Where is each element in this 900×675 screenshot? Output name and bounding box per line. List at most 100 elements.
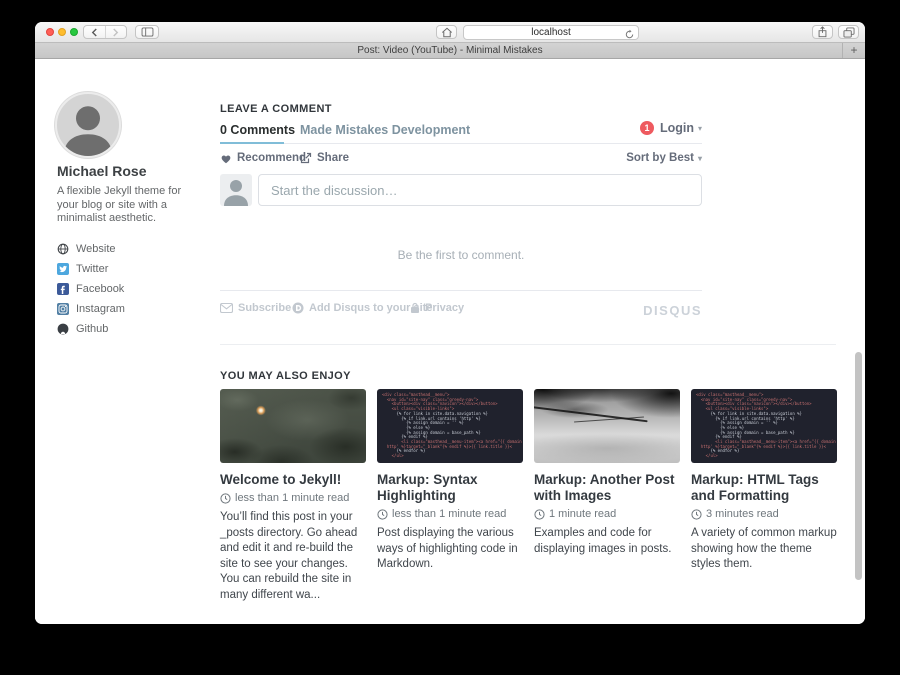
subscribe-label: Subscribe xyxy=(238,302,291,314)
card-read-time: less than 1 minute read xyxy=(220,492,366,504)
forum-name-link[interactable]: Made Mistakes Development xyxy=(300,123,470,137)
card-read-time: less than 1 minute read xyxy=(377,508,523,520)
divider xyxy=(220,290,702,291)
sidebar-link-label: Github xyxy=(76,323,108,335)
envelope-icon xyxy=(220,303,233,313)
back-button[interactable] xyxy=(84,26,106,38)
active-tab[interactable]: Post: Video (YouTube) - Minimal Mistakes xyxy=(35,43,865,58)
sidebar-link-label: Facebook xyxy=(76,283,124,295)
reload-icon xyxy=(624,29,635,40)
clock-icon xyxy=(377,509,388,520)
chevron-right-icon xyxy=(112,28,119,37)
clock-icon xyxy=(220,493,231,504)
minimize-window-button[interactable] xyxy=(58,28,66,36)
read-time-label: 3 minutes read xyxy=(706,508,779,520)
zoom-window-button[interactable] xyxy=(70,28,78,36)
code-line: </ul> xyxy=(382,454,518,459)
card-title-link[interactable]: Welcome to Jekyll! xyxy=(220,472,366,488)
share-icon xyxy=(817,26,828,38)
instagram-icon xyxy=(57,303,69,315)
read-time-label: less than 1 minute read xyxy=(235,492,349,504)
related-card: Welcome to Jekyll! less than 1 minute re… xyxy=(220,389,366,603)
card-title-link[interactable]: Markup: Syntax Highlighting xyxy=(377,472,523,504)
facebook-icon xyxy=(57,283,69,295)
address-bar[interactable]: localhost xyxy=(463,25,639,40)
related-card: <div class="masthead__menu"> <nav id="si… xyxy=(377,389,523,603)
sidebar-link-twitter[interactable]: Twitter xyxy=(57,259,125,279)
related-heading: YOU MAY ALSO ENJOY xyxy=(220,370,351,382)
author-avatar xyxy=(55,92,121,158)
sidebar-link-label: Website xyxy=(76,243,116,255)
close-window-button[interactable] xyxy=(46,28,54,36)
clock-icon xyxy=(534,509,545,520)
read-time-label: less than 1 minute read xyxy=(392,508,506,520)
card-image-foggy-trees[interactable] xyxy=(534,389,680,463)
disqus-header: 0 Comments Made Mistakes Development 1 L… xyxy=(220,119,702,144)
clock-icon xyxy=(691,509,702,520)
subscribe-link[interactable]: Subscribe xyxy=(220,302,291,314)
tab-overview-button[interactable] xyxy=(838,25,859,39)
code-line: </ul> xyxy=(696,454,832,459)
comment-input[interactable] xyxy=(258,174,702,206)
share-thread-button[interactable]: Share xyxy=(300,152,349,164)
related-posts: Welcome to Jekyll! less than 1 minute re… xyxy=(220,389,837,603)
privacy-label: Privacy xyxy=(425,302,464,314)
card-image-code-screenshot[interactable]: <div class="masthead__menu"> <nav id="si… xyxy=(691,389,837,463)
card-image-foam-droplet[interactable] xyxy=(220,389,366,463)
home-icon xyxy=(441,27,453,38)
globe-icon xyxy=(57,243,69,255)
browser-toolbar: localhost xyxy=(35,22,865,43)
chevron-down-icon: ▾ xyxy=(698,124,702,133)
vertical-scrollbar[interactable] xyxy=(855,352,862,580)
person-silhouette-icon xyxy=(220,174,252,206)
empty-comments-message: Be the first to comment. xyxy=(220,248,702,262)
sidebar-toggle-button[interactable] xyxy=(135,25,159,39)
author-name: Michael Rose xyxy=(57,163,146,179)
disqus-footer: Subscribe Add Disqus to your site Privac… xyxy=(220,302,702,318)
comment-count-tab[interactable]: 0 Comments xyxy=(220,123,295,137)
home-button[interactable] xyxy=(436,25,457,39)
share-page-button[interactable] xyxy=(812,25,833,39)
related-card: <div class="masthead__menu"> <nav id="si… xyxy=(691,389,837,603)
disqus-logo[interactable]: DISQUS xyxy=(643,303,702,318)
page-content: Michael Rose A flexible Jekyll theme for… xyxy=(35,59,865,624)
forward-button[interactable] xyxy=(106,26,127,38)
recommend-label: Recommend xyxy=(237,152,306,164)
tab-bar: Post: Video (YouTube) - Minimal Mistakes… xyxy=(35,43,865,59)
active-tab-underline xyxy=(220,142,284,144)
share-arrow-icon xyxy=(300,152,312,164)
read-time-label: 1 minute read xyxy=(549,508,616,520)
chevron-down-icon: ▾ xyxy=(698,154,702,163)
sidebar-link-instagram[interactable]: Instagram xyxy=(57,299,125,319)
card-excerpt: Post displaying the various ways of high… xyxy=(377,526,523,573)
sort-by-best-dropdown[interactable]: Sort by Best ▾ xyxy=(626,152,702,164)
card-excerpt: Examples and code for displaying images … xyxy=(534,526,680,557)
sidebar-link-facebook[interactable]: Facebook xyxy=(57,279,125,299)
sidebar-link-label: Instagram xyxy=(76,303,125,315)
sidebar-link-label: Twitter xyxy=(76,263,108,275)
heart-icon xyxy=(220,153,232,164)
share-label: Share xyxy=(317,152,349,164)
lock-icon xyxy=(410,302,420,314)
card-title-link[interactable]: Markup: Another Post with Images xyxy=(534,472,680,504)
twitter-icon xyxy=(57,263,69,275)
commenter-avatar xyxy=(220,174,252,206)
author-links: Website Twitter Facebook xyxy=(57,239,125,339)
sort-label: Sort by Best xyxy=(626,152,694,164)
tabs-icon xyxy=(843,27,855,38)
person-silhouette-icon xyxy=(57,94,119,156)
sidebar-link-github[interactable]: Github xyxy=(57,319,125,339)
sidebar-link-website[interactable]: Website xyxy=(57,239,125,259)
card-read-time: 3 minutes read xyxy=(691,508,837,520)
card-excerpt: You’ll find this post in your _posts dir… xyxy=(220,510,366,603)
card-image-code-screenshot[interactable]: <div class="masthead__menu"> <nav id="si… xyxy=(377,389,523,463)
card-title-link[interactable]: Markup: HTML Tags and Formatting xyxy=(691,472,837,504)
new-tab-button[interactable]: + xyxy=(842,43,865,58)
url-text: localhost xyxy=(464,26,638,39)
recommend-button[interactable]: Recommend xyxy=(220,152,306,164)
privacy-link[interactable]: Privacy xyxy=(410,302,464,314)
login-label: Login xyxy=(660,121,694,135)
history-nav-group xyxy=(83,25,127,39)
login-menu[interactable]: 1 Login ▾ xyxy=(640,121,702,135)
author-bio: A flexible Jekyll theme for your blog or… xyxy=(57,185,193,226)
